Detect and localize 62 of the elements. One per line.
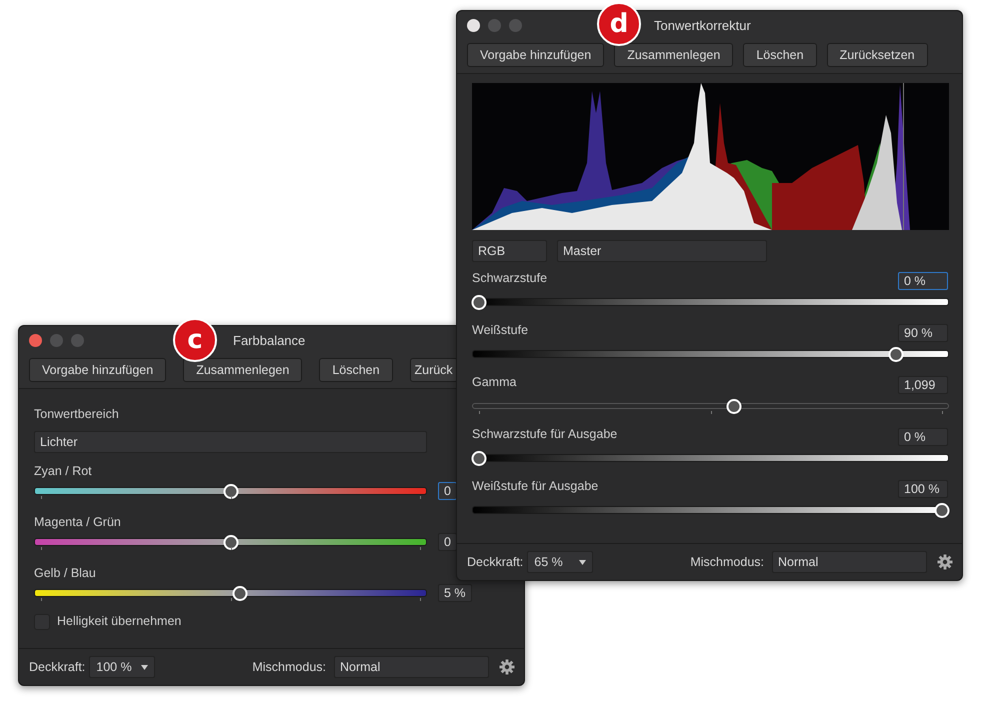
slider-label: Weißstufe für Ausgabe	[472, 479, 598, 493]
slider-track[interactable]	[472, 449, 949, 467]
channel-dropdown[interactable]: RGB	[472, 240, 547, 262]
toolbar-button[interactable]: Löschen	[743, 43, 817, 67]
toolbar-button[interactable]: Zurücksetzen	[826, 43, 928, 67]
slider-track[interactable]	[34, 482, 427, 500]
window-title: Tonwertkorrektur	[654, 18, 751, 32]
blend-mode-label: Mischmodus:	[252, 660, 326, 674]
opacity-label: Deckkraft:	[29, 660, 86, 674]
tonal-range-dropdown[interactable]: Lichter	[34, 431, 427, 453]
value-field[interactable]: 0 %	[898, 428, 948, 446]
slider-label: Gelb / Blau	[34, 566, 96, 580]
value-field[interactable]: 100 %	[898, 480, 948, 498]
opacity-label: Deckkraft:	[467, 555, 524, 569]
slider-thumb[interactable]	[472, 295, 486, 310]
toolbar-button[interactable]: Zusammenlegen	[183, 358, 302, 382]
section-label: Tonwertbereich	[34, 407, 119, 421]
slider-label: Gamma	[472, 375, 516, 389]
callout-marker: d	[597, 2, 641, 46]
settings-icon[interactable]	[499, 659, 515, 675]
checkbox-label: Helligkeit übernehmen	[57, 614, 182, 628]
target-dropdown[interactable]: Master	[557, 240, 767, 262]
slider-thumb[interactable]	[232, 586, 248, 601]
slider-thumb[interactable]	[223, 484, 238, 499]
slider-track[interactable]	[472, 397, 949, 415]
slider-label: Schwarzstufe für Ausgabe	[472, 427, 618, 441]
toolbar-button[interactable]: Löschen	[319, 358, 393, 382]
value-field[interactable]: 0	[438, 533, 457, 551]
value-field[interactable]: 1,099	[898, 376, 948, 394]
slider-thumb[interactable]	[223, 535, 238, 550]
slider-track[interactable]	[472, 345, 949, 363]
toolbar-button[interactable]: Zurück	[410, 358, 458, 382]
close-button[interactable]	[467, 18, 480, 32]
toolbar-button[interactable]: Vorgabe hinzufügen	[467, 43, 604, 67]
value-field[interactable]: 5 %	[438, 584, 472, 602]
slider-label: Schwarzstufe	[472, 271, 548, 285]
slider-track[interactable]	[34, 533, 427, 551]
slider-label: Magenta / Grün	[34, 515, 121, 529]
value-field[interactable]: 90 %	[898, 324, 948, 342]
settings-icon[interactable]	[937, 554, 953, 570]
blend-mode-field[interactable]: Normal	[334, 656, 489, 678]
slider-track[interactable]	[34, 584, 427, 602]
caret-icon	[141, 664, 148, 670]
toolbar-button[interactable]: Zusammenlegen	[614, 43, 734, 67]
slider-track[interactable]	[472, 501, 949, 519]
window-title: Farbbalance	[233, 332, 306, 348]
caret-icon	[579, 560, 586, 564]
blend-mode-field[interactable]: Normal	[772, 551, 927, 573]
opacity-dropdown[interactable]: 65 %	[527, 551, 594, 573]
value-field[interactable]: 0	[438, 482, 457, 500]
slider-thumb[interactable]	[726, 399, 742, 414]
callout-marker: c	[173, 318, 217, 362]
blend-mode-label: Mischmodus:	[690, 555, 764, 569]
value-field[interactable]: 0 %	[898, 272, 948, 290]
toolbar-button[interactable]: Vorgabe hinzufügen	[29, 358, 166, 382]
slider-thumb[interactable]	[934, 503, 950, 518]
slider-label: Weißstufe	[472, 323, 528, 337]
slider-label: Zyan / Rot	[34, 464, 92, 478]
slider-thumb[interactable]	[472, 451, 486, 466]
slider-track[interactable]	[472, 293, 949, 311]
slider-thumb[interactable]	[888, 347, 904, 362]
opacity-dropdown[interactable]: 100 %	[89, 656, 156, 678]
